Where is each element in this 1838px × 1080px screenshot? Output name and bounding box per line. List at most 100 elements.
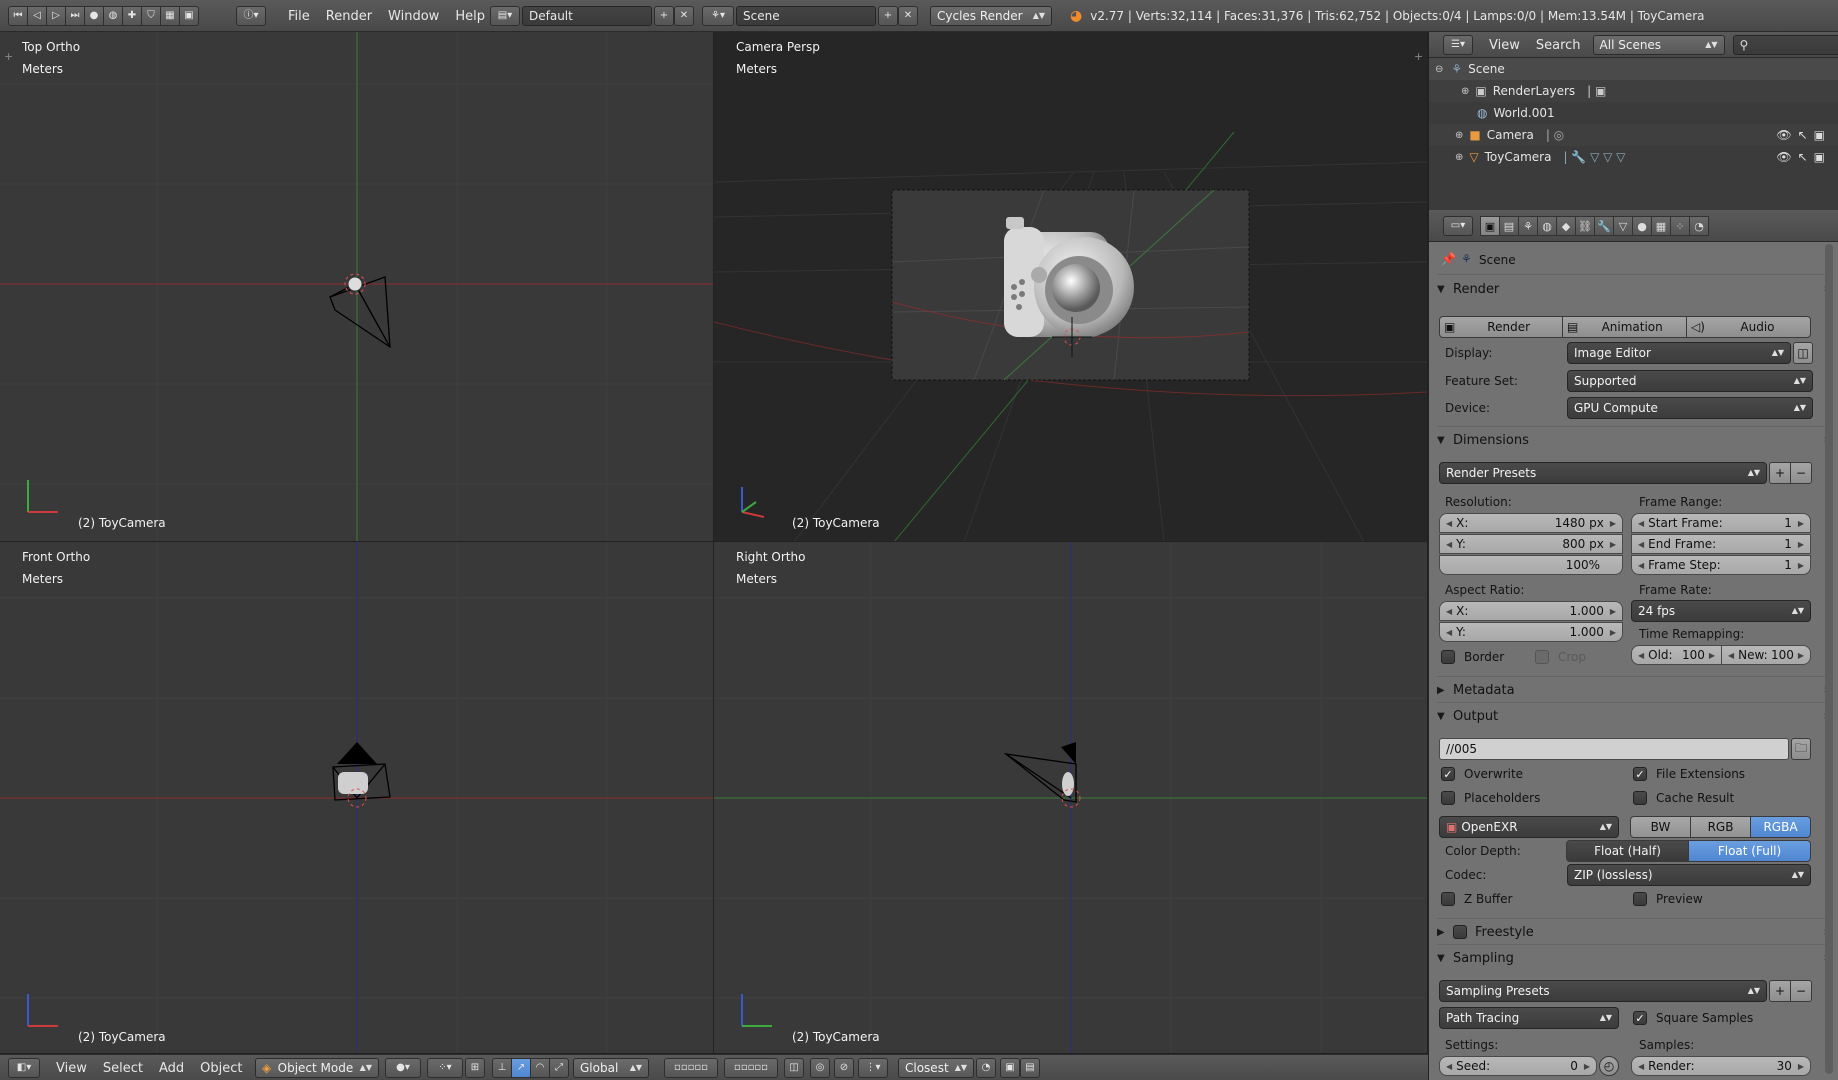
mode-dropdown[interactable]: ◈ Object Mode ▲▼ <box>255 1058 379 1078</box>
aspect-y-field[interactable]: ◀ Y: 1.000 ▶ <box>1439 622 1623 642</box>
cache-result-checkbox[interactable]: Cache Result <box>1633 791 1734 805</box>
device-dropdown[interactable]: GPU Compute ▲▼ <box>1567 397 1813 419</box>
decrement-arrow-icon[interactable]: ◀ <box>1446 607 1452 616</box>
viewport-camera-persp[interactable]: Camera Persp Meters (2) ToyCamera + <box>714 32 1428 542</box>
remove-layout-icon[interactable]: ✕ <box>674 6 694 26</box>
remap-old-field[interactable]: ◀ Old: 100 ▶ <box>1631 645 1722 665</box>
render-icon[interactable]: ▣ <box>179 6 199 26</box>
resolution-y-field[interactable]: ◀ Y: 800 px ▶ <box>1439 534 1623 554</box>
increment-arrow-icon[interactable]: ▶ <box>1610 519 1616 528</box>
zbuffer-checkbox[interactable]: Z Buffer <box>1441 892 1512 906</box>
decrement-arrow-icon[interactable]: ◀ <box>1446 628 1452 637</box>
tab-texture-icon[interactable]: ▦ <box>1651 216 1671 236</box>
end-frame-field[interactable]: ◀ End Frame: 1 ▶ <box>1631 534 1811 554</box>
decrement-arrow-icon[interactable]: ◀ <box>1728 651 1734 660</box>
tab-object-icon[interactable]: ◆ <box>1556 216 1576 236</box>
decrement-arrow-icon[interactable]: ◀ <box>1638 1062 1644 1071</box>
tab-particles-icon[interactable]: ⁘ <box>1670 216 1690 236</box>
add-scene-icon[interactable]: + <box>878 6 898 26</box>
remap-new-field[interactable]: ◀ New: 100 ▶ <box>1721 645 1811 665</box>
panel-header-metadata[interactable]: ▶ Metadata :::: <box>1437 678 1832 702</box>
layers-icon-b[interactable]: ▫▫▫▫▫ <box>724 1058 778 1078</box>
remove-sampling-preset-icon[interactable]: − <box>1790 980 1812 1002</box>
expand-icon[interactable]: ⊕ <box>1455 130 1463 141</box>
jump-end-icon[interactable]: ⏭ <box>65 6 85 26</box>
depth-float-full[interactable]: Float (Full) <box>1688 840 1811 862</box>
render-presets-dropdown[interactable]: Render Presets ▲▼ <box>1439 462 1767 484</box>
animated-seed-icon[interactable]: ◴ <box>1599 1056 1619 1076</box>
tab-render-icon[interactable]: ▣ <box>1480 216 1500 236</box>
scene-field[interactable]: Scene <box>736 6 876 26</box>
viewport-front-ortho[interactable]: Front Ortho Meters (2) ToyCamera <box>0 542 714 1054</box>
resolution-percentage-field[interactable]: 100% <box>1439 555 1623 575</box>
viewport-top-ortho[interactable]: Top Ortho Meters (2) ToyCamera + <box>0 32 714 542</box>
record-icon[interactable]: ● <box>84 6 104 26</box>
snap-element-icon[interactable]: ⋮▾ <box>858 1058 888 1078</box>
sphere-icon[interactable]: ◍ <box>103 6 123 26</box>
opengl-render-icon[interactable]: ▣ <box>1000 1058 1020 1078</box>
render-samples-field[interactable]: ◀ Render: 30 ▶ <box>1631 1056 1811 1076</box>
placeholders-checkbox[interactable]: Placeholders <box>1441 791 1540 805</box>
output-path-input[interactable]: //005 <box>1439 738 1789 760</box>
pivot-icon[interactable]: ⁘▾ <box>427 1058 463 1078</box>
decrement-arrow-icon[interactable]: ◀ <box>1446 519 1452 528</box>
translate-icon[interactable]: ↗ <box>511 1058 531 1078</box>
animation-button[interactable]: ▤ Animation <box>1562 316 1687 338</box>
preview-checkbox[interactable]: Preview <box>1633 892 1703 906</box>
properties-toggle-icon[interactable]: + <box>1414 50 1423 63</box>
overwrite-checkbox[interactable]: ✓ Overwrite <box>1441 767 1523 781</box>
editor-type-icon[interactable]: ◧▾ <box>8 1058 40 1078</box>
crop-checkbox[interactable]: Crop <box>1535 650 1586 664</box>
outliner-item-camera[interactable]: ⊕ ■ Camera | ◎ 👁↖▣ <box>1429 124 1838 146</box>
seed-field[interactable]: ◀ Seed: 0 ▶ <box>1439 1056 1597 1076</box>
decrement-arrow-icon[interactable]: ◀ <box>1638 519 1644 528</box>
outliner-item-renderlayers[interactable]: ⊕ ▣ RenderLayers | ▣ <box>1429 80 1838 102</box>
layout-field[interactable]: Default <box>522 6 652 26</box>
panel-header-dimensions[interactable]: ▼ Dimensions :::: <box>1437 428 1832 452</box>
sampling-presets-dropdown[interactable]: Sampling Presets ▲▼ <box>1439 980 1767 1002</box>
increment-arrow-icon[interactable]: ▶ <box>1610 628 1616 637</box>
increment-arrow-icon[interactable]: ▶ <box>1584 1062 1590 1071</box>
tab-renderlayers-icon[interactable]: ▤ <box>1499 216 1519 236</box>
decrement-arrow-icon[interactable]: ◀ <box>1446 540 1452 549</box>
menu-view[interactable]: View <box>48 1061 95 1076</box>
scene-icon[interactable]: ⚘▾ <box>702 6 734 26</box>
info-editor-icon[interactable]: ⓘ▾ <box>236 6 266 26</box>
collapse-icon[interactable]: ⊖ <box>1435 64 1443 75</box>
add-preset-icon[interactable]: + <box>1769 462 1791 484</box>
menu-window[interactable]: Window <box>380 9 447 24</box>
increment-arrow-icon[interactable]: ▶ <box>1709 651 1715 660</box>
rotate-icon[interactable]: ◠ <box>530 1058 550 1078</box>
add-sampling-preset-icon[interactable]: + <box>1769 980 1791 1002</box>
codec-dropdown[interactable]: ZIP (lossless) ▲▼ <box>1567 864 1811 886</box>
increment-arrow-icon[interactable]: ▶ <box>1798 519 1804 528</box>
menu-render[interactable]: Render <box>318 9 380 24</box>
tab-constraints-icon[interactable]: ⛓ <box>1575 216 1595 236</box>
add-layout-icon[interactable]: + <box>654 6 674 26</box>
snap-target-dropdown[interactable]: Closest ▲▼ <box>898 1058 974 1078</box>
depth-float-half[interactable]: Float (Half) <box>1566 840 1689 862</box>
jump-start-icon[interactable]: ⏮ <box>8 6 28 26</box>
folder-browse-icon[interactable]: 🗀 <box>1791 738 1811 760</box>
freestyle-checkbox[interactable] <box>1453 925 1467 939</box>
outliner-editor-icon[interactable]: ☰▾ <box>1443 35 1473 55</box>
panel-header-sampling[interactable]: ▼ Sampling :::: <box>1437 946 1832 970</box>
increment-arrow-icon[interactable]: ▶ <box>1798 561 1804 570</box>
layers-icon-a[interactable]: ▫▫▫▫▫ <box>664 1058 718 1078</box>
display-dropdown[interactable]: Image Editor ▲▼ <box>1567 342 1791 364</box>
shading-icon[interactable]: ●▾ <box>385 1058 421 1078</box>
increment-arrow-icon[interactable]: ▶ <box>1798 1062 1804 1071</box>
tab-scene-icon[interactable]: ⚘ <box>1518 216 1538 236</box>
menu-add[interactable]: Add <box>151 1061 192 1076</box>
start-frame-field[interactable]: ◀ Start Frame: 1 ▶ <box>1631 513 1811 533</box>
tab-data-icon[interactable]: ▽ <box>1613 216 1633 236</box>
layout-icon[interactable]: ▤▾ <box>490 6 520 26</box>
expand-icon[interactable]: ⊕ <box>1455 152 1463 163</box>
border-checkbox[interactable]: Border <box>1441 650 1504 664</box>
decrement-arrow-icon[interactable]: ◀ <box>1638 561 1644 570</box>
shield-icon[interactable]: ⛉ <box>141 6 161 26</box>
tab-modifiers-icon[interactable]: 🔧 <box>1594 216 1614 236</box>
color-mode-rgb[interactable]: RGB <box>1690 816 1751 838</box>
decrement-arrow-icon[interactable]: ◀ <box>1446 1062 1452 1071</box>
color-mode-rgba[interactable]: RGBA <box>1750 816 1811 838</box>
